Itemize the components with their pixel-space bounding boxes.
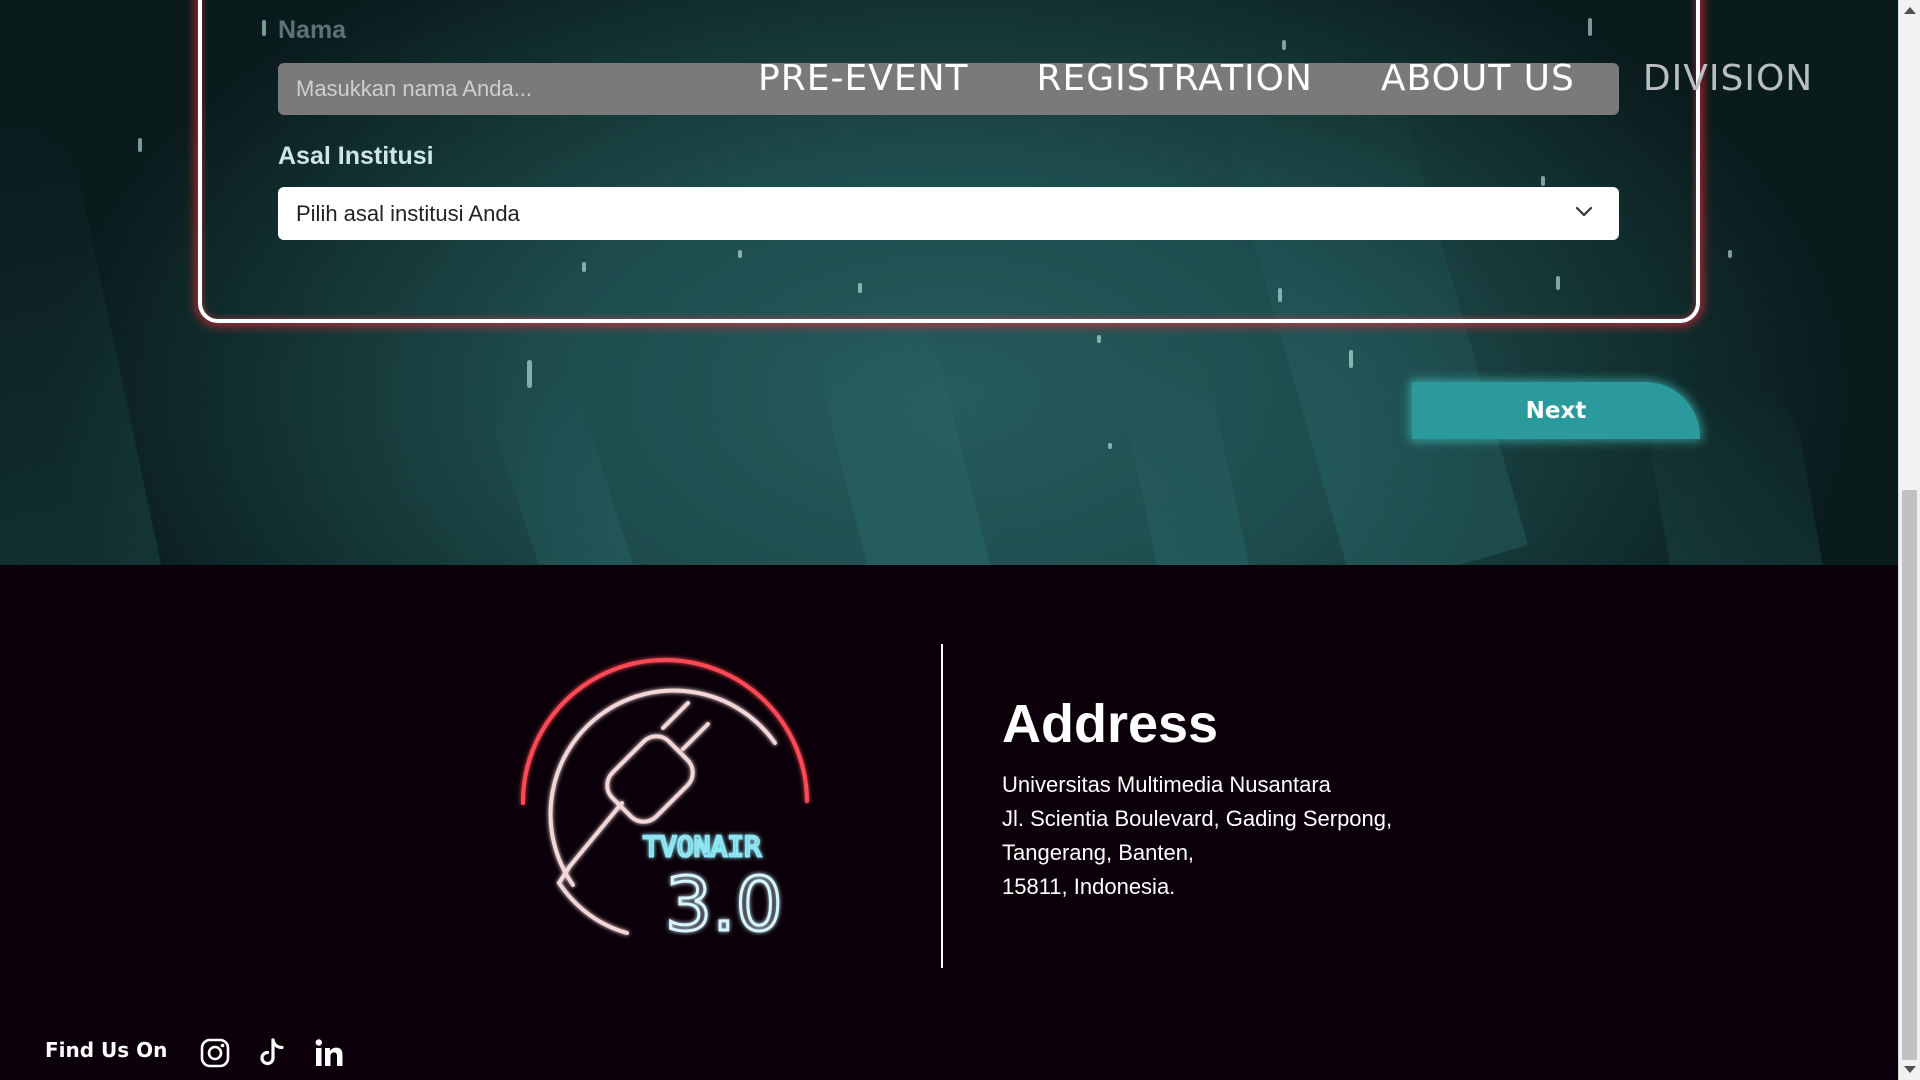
linkedin-icon[interactable] bbox=[313, 1037, 345, 1069]
address-line: Universitas Multimedia Nusantara bbox=[1002, 772, 1331, 797]
light-band bbox=[1113, 343, 1257, 565]
instagram-icon[interactable] bbox=[199, 1037, 231, 1069]
footer-divider bbox=[941, 644, 943, 968]
light-band bbox=[0, 109, 173, 565]
footer: TVONAIR 3.0 Address Universitas Multimed… bbox=[0, 565, 1898, 1080]
tiktok-icon[interactable] bbox=[256, 1037, 288, 1069]
light-band bbox=[485, 371, 645, 565]
name-label: Nama bbox=[278, 16, 347, 44]
nav-item-division[interactable]: DIVISION bbox=[1643, 58, 1813, 99]
rain-drop bbox=[1108, 443, 1112, 449]
address-line: Jl. Scientia Boulevard, Gading Serpong, bbox=[1002, 806, 1393, 831]
rain-drop bbox=[527, 360, 532, 388]
nav-item-about-us[interactable]: ABOUT US bbox=[1381, 58, 1575, 99]
logo-version: 3.0 bbox=[665, 862, 783, 948]
rain-drop bbox=[138, 138, 142, 152]
scroll-up-arrow-icon[interactable] bbox=[1904, 7, 1916, 14]
scroll-down-arrow-icon[interactable] bbox=[1904, 1066, 1916, 1073]
address-line: Tangerang, Banten, bbox=[1002, 840, 1195, 865]
tvonair-logo: TVONAIR 3.0 bbox=[520, 658, 809, 950]
address-title: Address bbox=[1002, 694, 1219, 754]
logo-wordmark: TVONAIR bbox=[643, 830, 761, 863]
background-scene: Nama Asal Institusi Pilih asal institusi… bbox=[0, 0, 1898, 565]
rain-drop bbox=[1728, 250, 1732, 258]
next-button[interactable]: Next bbox=[1412, 382, 1700, 439]
nav-item-pre-event[interactable]: PRE-EVENT bbox=[758, 58, 969, 99]
nav-item-registration[interactable]: REGISTRATION bbox=[1037, 58, 1313, 99]
institution-select[interactable]: Pilih asal institusi Anda bbox=[278, 187, 1619, 240]
address-block: Universitas Multimedia Nusantara Jl. Sci… bbox=[1002, 768, 1392, 904]
institution-label: Asal Institusi bbox=[278, 142, 434, 170]
vertical-scrollbar[interactable] bbox=[1898, 0, 1920, 1080]
chevron-down-icon bbox=[1575, 206, 1593, 217]
light-band bbox=[805, 289, 995, 565]
find-us-label: Find Us On bbox=[45, 1038, 168, 1062]
rain-drop bbox=[1097, 335, 1101, 343]
address-line: 15811, Indonesia. bbox=[1002, 874, 1176, 899]
top-nav: PRE-EVENT REGISTRATION ABOUT US DIVISION bbox=[758, 58, 1813, 99]
institution-select-value: Pilih asal institusi Anda bbox=[296, 200, 520, 226]
scrollbar-thumb[interactable] bbox=[1902, 490, 1917, 1060]
rain-drop bbox=[1349, 350, 1353, 368]
